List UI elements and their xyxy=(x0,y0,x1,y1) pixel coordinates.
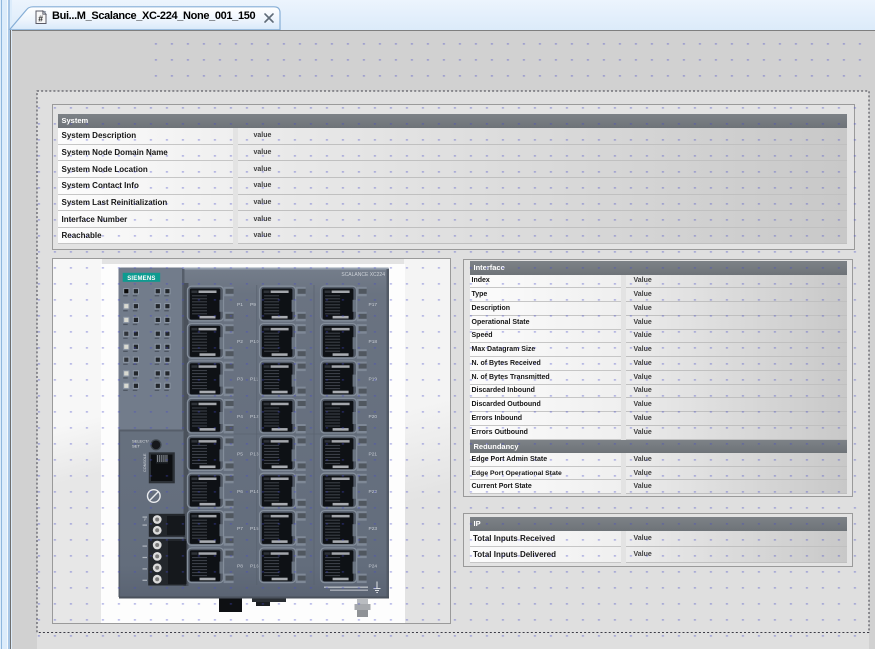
svg-text:P14: P14 xyxy=(250,489,259,495)
svg-text:P20: P20 xyxy=(369,414,378,420)
svg-text:P6: P6 xyxy=(237,489,243,495)
svg-text:P19: P19 xyxy=(369,377,378,383)
svg-text:P17: P17 xyxy=(369,302,378,308)
svg-text:P8: P8 xyxy=(237,564,243,570)
svg-text:P7: P7 xyxy=(237,526,243,532)
svg-text:P4: P4 xyxy=(237,414,243,420)
svg-text:P9: P9 xyxy=(250,302,256,308)
svg-text:P24: P24 xyxy=(369,564,378,570)
svg-text:P13: P13 xyxy=(250,451,259,457)
svg-text:P23: P23 xyxy=(369,526,378,532)
svg-text:SET: SET xyxy=(132,444,140,449)
svg-text:P11: P11 xyxy=(250,377,259,383)
svg-text:P3: P3 xyxy=(237,377,243,383)
svg-text:P10: P10 xyxy=(250,339,259,345)
svg-text:P18: P18 xyxy=(369,339,378,345)
svg-text:P16: P16 xyxy=(250,564,259,570)
svg-text:P12: P12 xyxy=(250,414,259,420)
svg-text:SIEMENS: SIEMENS xyxy=(127,276,155,282)
svg-text:P21: P21 xyxy=(369,451,378,457)
svg-text:P1: P1 xyxy=(237,302,243,308)
svg-text:SCALANCE XC224: SCALANCE XC224 xyxy=(341,272,385,278)
svg-text:P5: P5 xyxy=(237,451,243,457)
svg-text:P2: P2 xyxy=(237,339,243,345)
svg-text:CONSOLE: CONSOLE xyxy=(143,453,147,472)
svg-text:P22: P22 xyxy=(369,489,378,495)
svg-text:P15: P15 xyxy=(250,526,259,532)
